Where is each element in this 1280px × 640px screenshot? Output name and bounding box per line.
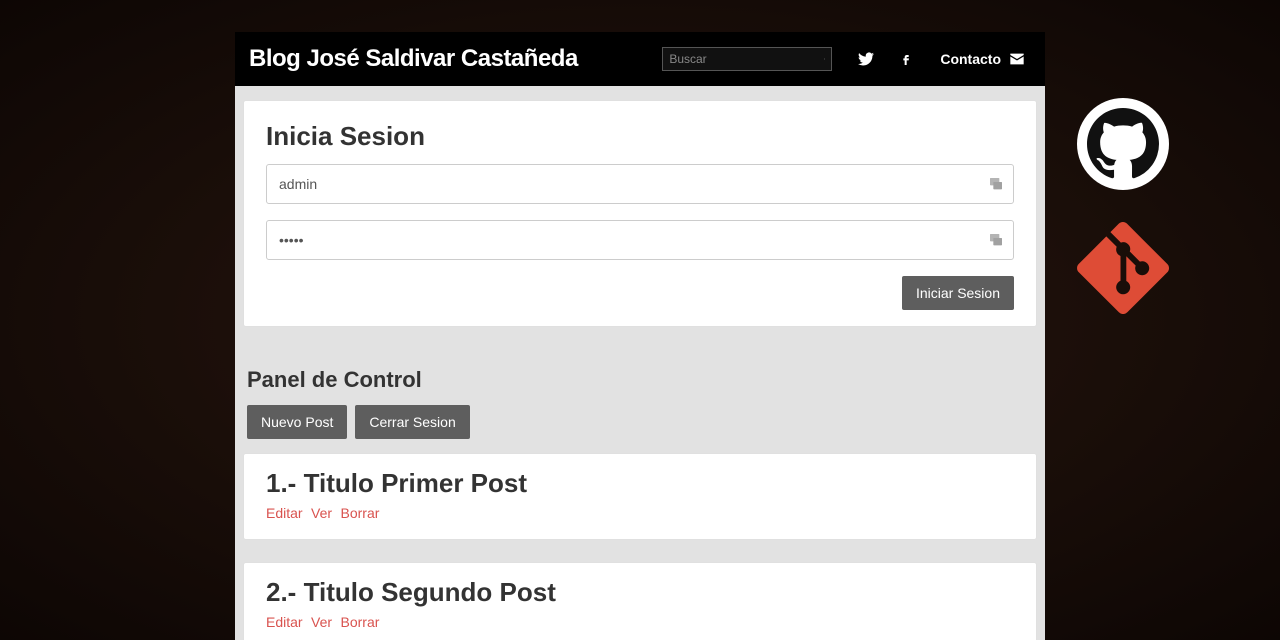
post-actions: Editar Ver Borrar [266, 614, 1014, 632]
git-icon [1077, 222, 1169, 314]
edit-link[interactable]: Editar [266, 505, 303, 521]
delete-link[interactable]: Borrar [341, 614, 380, 630]
search-box[interactable] [662, 47, 832, 71]
search-icon [824, 53, 825, 65]
username-field-wrap [266, 164, 1014, 204]
facebook-icon [898, 51, 914, 67]
post-title: 2.- Titulo Segundo Post [266, 577, 1014, 608]
envelope-icon [1009, 51, 1025, 67]
post-title: 1.- Titulo Primer Post [266, 468, 1014, 499]
contact-label: Contacto [940, 51, 1001, 67]
logout-button[interactable]: Cerrar Sesion [355, 405, 469, 439]
contact-link[interactable]: Contacto [940, 51, 1025, 67]
login-submit-button[interactable]: Iniciar Sesion [902, 276, 1014, 310]
topbar: Blog José Saldivar Castañeda Contacto [235, 32, 1045, 86]
delete-link[interactable]: Borrar [341, 505, 380, 521]
app-window: Blog José Saldivar Castañeda Contacto In… [235, 32, 1045, 640]
password-field-wrap [266, 220, 1014, 260]
login-title: Inicia Sesion [266, 121, 1014, 152]
post-actions: Editar Ver Borrar [266, 505, 1014, 523]
login-card: Inicia Sesion Iniciar Sesion [243, 100, 1037, 327]
post-card: 1.- Titulo Primer Post Editar Ver Borrar [243, 453, 1037, 540]
view-link[interactable]: Ver [311, 614, 332, 630]
twitter-icon [858, 51, 874, 67]
github-sticker [1077, 98, 1169, 190]
panel-title: Panel de Control [247, 367, 1037, 393]
view-link[interactable]: Ver [311, 505, 332, 521]
new-post-button[interactable]: Nuevo Post [247, 405, 347, 439]
git-sticker [1077, 222, 1169, 314]
password-input[interactable] [266, 220, 1014, 260]
search-input[interactable] [669, 52, 824, 66]
site-title: Blog José Saldivar Castañeda [249, 45, 578, 73]
edit-link[interactable]: Editar [266, 614, 303, 630]
github-icon [1087, 108, 1159, 180]
twitter-link[interactable] [858, 51, 874, 67]
facebook-link[interactable] [898, 51, 914, 67]
login-section: Inicia Sesion Iniciar Sesion [235, 86, 1045, 341]
control-panel-section: Panel de Control Nuevo Post Cerrar Sesio… [235, 349, 1045, 640]
post-card: 2.- Titulo Segundo Post Editar Ver Borra… [243, 562, 1037, 640]
password-manager-icon[interactable] [988, 176, 1004, 192]
password-manager-icon[interactable] [988, 232, 1004, 248]
username-input[interactable] [266, 164, 1014, 204]
